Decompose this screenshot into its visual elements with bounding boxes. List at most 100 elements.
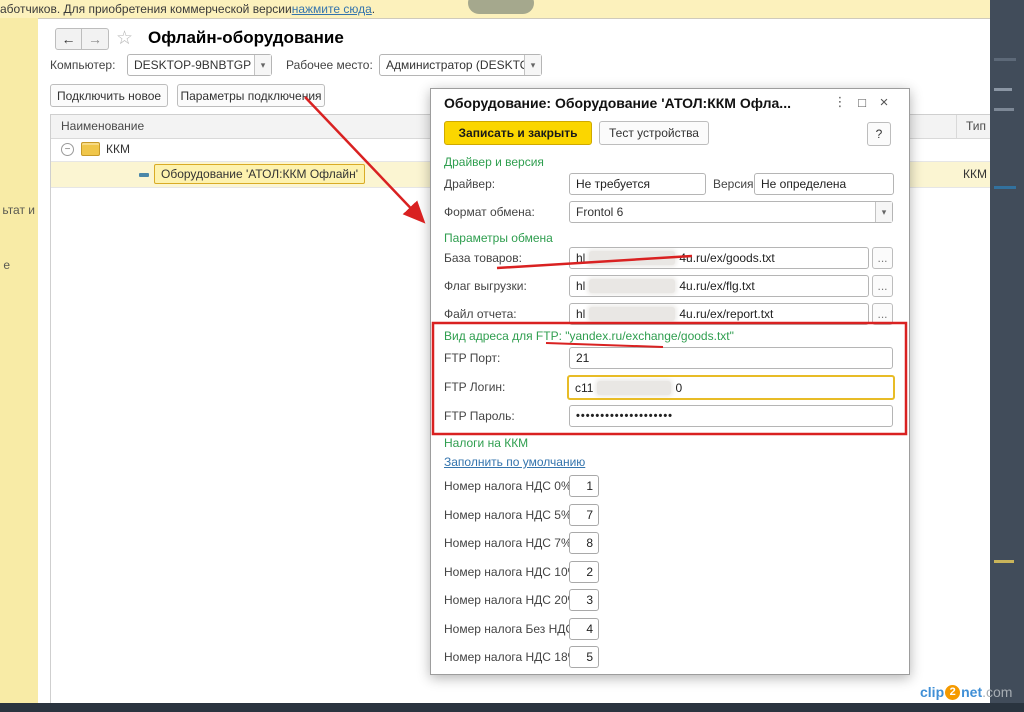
redacted-blur [589, 307, 675, 321]
tax-label: Номер налога НДС 7%: [444, 536, 575, 550]
connection-params-button[interactable]: Параметры подключения [177, 84, 325, 107]
sidebar-text-fragment: ьтат и [2, 203, 35, 217]
banner-text-suffix: . [372, 2, 375, 16]
report-suffix: 4u.ru/ex/report.txt [679, 307, 773, 321]
collapse-glyph: − [65, 145, 71, 155]
goods-prefix: hl [576, 251, 585, 265]
forward-button[interactable]: → [82, 28, 109, 50]
window-fragment [994, 186, 1016, 189]
workplace-value: Администратор (DESKTOP-9B [380, 55, 524, 75]
more-icon[interactable]: ⋮ [829, 94, 851, 110]
help-button[interactable]: ? [867, 122, 891, 146]
goods-field[interactable]: hl 4u.ru/ex/goods.txt [569, 247, 869, 269]
window-fragment [994, 560, 1014, 563]
flag-browse-button[interactable]: ... [872, 275, 893, 297]
report-field[interactable]: hl 4u.ru/ex/report.txt [569, 303, 869, 325]
tax-label: Номер налога НДС 20%: [444, 593, 582, 607]
save-close-button[interactable]: Записать и закрыть [444, 121, 592, 145]
report-label: Файл отчета: [444, 307, 517, 321]
flag-label: Флаг выгрузки: [444, 279, 527, 293]
tax-field-no-nds[interactable]: 4 [569, 618, 599, 640]
screen: аботчиков. Для приобретения коммерческой… [0, 0, 1024, 712]
section-exchange: Параметры обмена [444, 231, 553, 245]
ftp-login-field[interactable]: c11 0 [567, 375, 895, 400]
computer-combo[interactable]: DESKTOP-9BNBTGP ▾ [127, 54, 272, 76]
format-combo[interactable]: Frontol 6 ▾ [569, 201, 893, 223]
ftp-port-field[interactable]: 21 [569, 347, 893, 369]
ftp-note: Вид адреса для FTP: "yandex.ru/exchange/… [444, 329, 734, 343]
watermark-part: net [961, 684, 982, 700]
report-prefix: hl [576, 307, 585, 321]
left-sidebar: ьтат и е [0, 18, 38, 703]
goods-browse-button[interactable]: ... [872, 247, 893, 269]
connect-new-button[interactable]: Подключить новое [50, 84, 168, 107]
redacted-blur [597, 381, 671, 395]
chevron-down-icon[interactable]: ▾ [254, 55, 271, 75]
chevron-down-icon[interactable]: ▾ [524, 55, 541, 75]
cut-off-pill-button[interactable] [468, 0, 534, 14]
clip2net-watermark: clip 2 net .com [920, 684, 1012, 700]
version-field[interactable]: Не определена [754, 173, 894, 195]
tax-field-nds0[interactable]: 1 [569, 475, 599, 497]
column-divider [956, 115, 957, 138]
tax-field-nds18[interactable]: 5 [569, 646, 599, 668]
group-label: ККМ [106, 142, 130, 156]
driver-label: Драйвер: [444, 177, 495, 191]
favorite-star-icon[interactable]: ☆ [116, 27, 133, 50]
forward-icon: → [88, 31, 102, 47]
flag-field[interactable]: hl 4u.ru/ex/flg.txt [569, 275, 869, 297]
device-type-cell: ККМ [963, 167, 987, 181]
tax-field-nds5[interactable]: 7 [569, 504, 599, 526]
sidebar-text-fragment: е [3, 258, 10, 272]
redacted-blur [589, 279, 675, 293]
bottom-bar [0, 703, 1024, 712]
device-label: Оборудование 'АТОЛ:ККМ Офлайн' [161, 167, 358, 181]
tax-label: Номер налога НДС 5%: [444, 508, 575, 522]
tax-field-nds10[interactable]: 2 [569, 561, 599, 583]
background-window-strip [990, 0, 1024, 703]
dialog-window-controls: ⋮ □ × [829, 94, 895, 110]
version-label: Версия: [713, 177, 757, 191]
driver-field[interactable]: Не требуется [569, 173, 706, 195]
equipment-dialog: Оборудование: Оборудование 'АТОЛ:ККМ Офл… [430, 88, 910, 675]
watermark-circle: 2 [945, 685, 960, 700]
report-browse-button[interactable]: ... [872, 303, 893, 325]
ftp-port-label: FTP Порт: [444, 351, 500, 365]
tax-field-nds7[interactable]: 8 [569, 532, 599, 554]
ftp-login-suffix: 0 [675, 381, 682, 395]
section-driver: Драйвер и версия [444, 155, 544, 169]
workplace-combo[interactable]: Администратор (DESKTOP-9B ▾ [379, 54, 542, 76]
window-fragment [994, 58, 1016, 61]
chevron-down-icon[interactable]: ▾ [875, 202, 892, 222]
tax-label: Номер налога Без НДС: [444, 622, 577, 636]
flag-suffix: 4u.ru/ex/flg.txt [679, 279, 754, 293]
collapse-icon[interactable]: − [61, 143, 74, 156]
watermark-part: .com [982, 684, 1012, 700]
test-device-button[interactable]: Тест устройства [599, 121, 709, 145]
fill-default-link[interactable]: Заполнить по умолчанию [444, 455, 585, 469]
banner-link[interactable]: нажмите сюда [292, 2, 372, 16]
tax-label: Номер налога НДС 0%: [444, 479, 575, 493]
redacted-blur [589, 251, 675, 265]
format-value: Frontol 6 [570, 202, 875, 222]
tax-label: Номер налога НДС 10%: [444, 565, 582, 579]
ftp-password-field[interactable]: •••••••••••••••••••• [569, 405, 893, 427]
watermark-part: clip [920, 684, 944, 700]
device-label-cell[interactable]: Оборудование 'АТОЛ:ККМ Офлайн' [154, 164, 365, 184]
ftp-password-label: FTP Пароль: [444, 409, 515, 423]
folder-icon [81, 142, 100, 156]
close-icon[interactable]: × [873, 94, 895, 110]
column-header-type[interactable]: Тип [966, 119, 986, 133]
device-dash-icon [139, 173, 149, 177]
maximize-icon[interactable]: □ [851, 94, 873, 110]
dialog-title: Оборудование: Оборудование 'АТОЛ:ККМ Офл… [444, 95, 791, 111]
computer-label: Компьютер: [50, 58, 115, 72]
page-title: Офлайн-оборудование [148, 28, 344, 48]
goods-suffix: 4u.ru/ex/goods.txt [679, 251, 774, 265]
column-header-name[interactable]: Наименование [61, 119, 144, 133]
banner-text: аботчиков. Для приобретения коммерческой… [0, 2, 292, 16]
back-button[interactable]: ← [55, 28, 82, 50]
flag-prefix: hl [576, 279, 585, 293]
tax-field-nds20[interactable]: 3 [569, 589, 599, 611]
section-taxes: Налоги на ККМ [444, 436, 528, 450]
